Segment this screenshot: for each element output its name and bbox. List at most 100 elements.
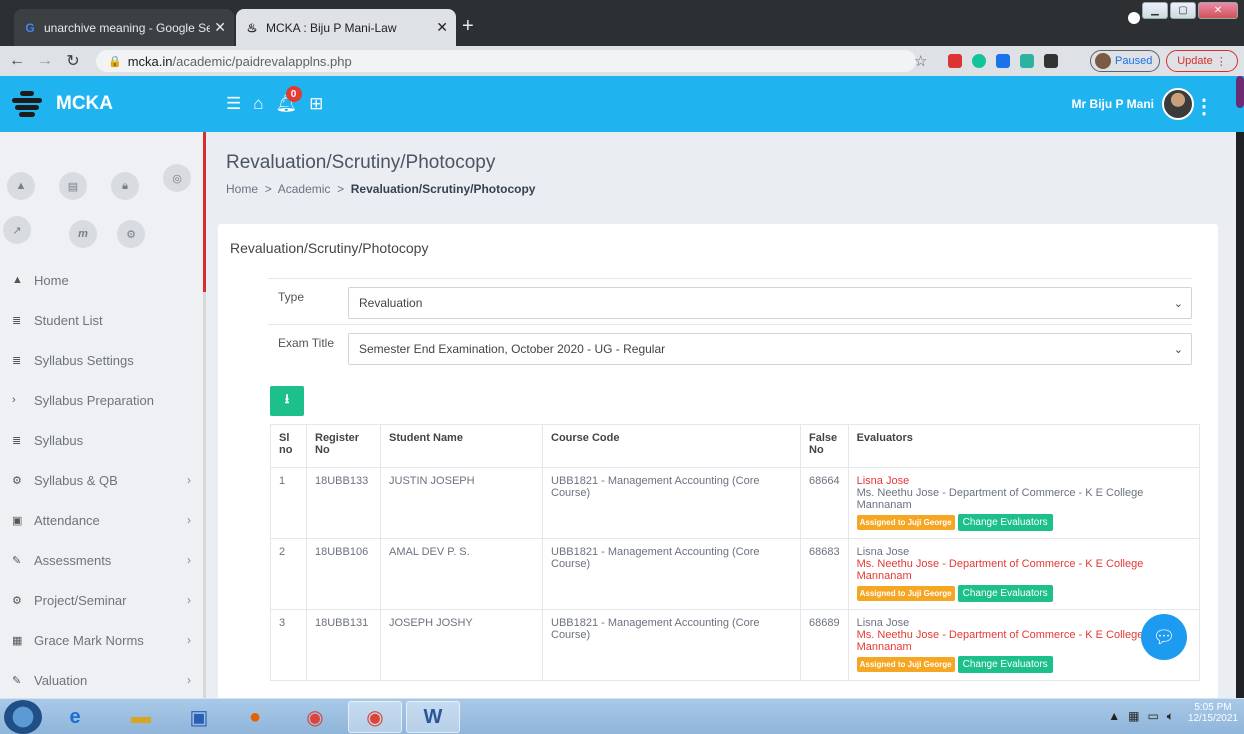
new-tab-button[interactable]: + — [462, 16, 474, 36]
download-button[interactable]: ⭳ — [270, 386, 304, 416]
type-select[interactable]: Revaluation ⌄ — [348, 287, 1192, 319]
cogs-icon: ⚙ — [12, 474, 22, 487]
type-label: Type — [278, 290, 305, 304]
taskbar-explorer-icon[interactable]: ▬ — [114, 701, 168, 733]
taskbar-chrome-icon[interactable]: ◉ — [288, 701, 342, 733]
moodle-quick-icon[interactable]: m — [69, 220, 97, 248]
home-outline-icon[interactable]: ⌂ — [253, 94, 263, 114]
start-button[interactable] — [4, 700, 42, 734]
sidebar-item-student-list[interactable]: ≣ Student List — [0, 300, 203, 340]
clock-date: 12/15/2021 — [1187, 713, 1238, 724]
exam-title-select[interactable]: Semester End Examination, October 2020 -… — [348, 333, 1192, 365]
more-vert-icon[interactable]: ⋮ — [1194, 94, 1214, 119]
brand[interactable]: MCKA — [10, 76, 113, 132]
sidebar-item-attendance[interactable]: ▣ Attendance › — [0, 500, 203, 540]
browser-tab-google[interactable]: G unarchive meaning - Google Sea ✕ — [14, 9, 234, 46]
sidebar-item-project-seminar[interactable]: ⚙ Project/Seminar › — [0, 580, 203, 620]
reload-icon[interactable]: ↻ — [62, 51, 84, 71]
chevron-right-icon: › — [187, 633, 191, 647]
display-icon[interactable]: ▭ — [1147, 709, 1158, 724]
id-card-quick-icon[interactable]: ▤ — [59, 172, 87, 200]
forward-arrow-icon[interactable]: → — [34, 52, 56, 70]
cell-evaluators: Lisna Jose Ms. Neethu Jose - Department … — [847, 538, 1201, 610]
change-evaluators-button[interactable]: Change Evaluators — [957, 514, 1053, 531]
cell-false-no: 68689 — [800, 609, 849, 681]
main-content: Revaluation/Scrutiny/Photocopy Home > Ac… — [206, 132, 1236, 698]
menu-list-icon[interactable]: ☰ — [226, 94, 241, 114]
home-quick-icon[interactable]: ▲ — [7, 172, 35, 200]
assigned-badge: Assigned to Juji George — [856, 586, 955, 601]
change-evaluators-button[interactable]: Change Evaluators — [957, 585, 1053, 602]
recording-indicator-icon — [1128, 12, 1140, 24]
chevron-right-icon: › — [187, 593, 191, 607]
col-evaluators: Evaluators — [847, 424, 1201, 468]
header-icons: ☰ ⌂ 🔔︎ 0 ⊞ — [226, 86, 323, 114]
cell-course-code: UBB1821 - Management Accounting (Core Co… — [542, 538, 801, 610]
extension-grammarly-icon[interactable] — [972, 54, 986, 68]
bell-icon[interactable]: 🔔︎ 0 — [276, 86, 302, 114]
exam-title-selected-value: Semester End Examination, October 2020 -… — [359, 342, 666, 356]
user-menu[interactable]: Mr Biju P Mani — [1072, 76, 1194, 132]
type-selected-value: Revaluation — [359, 296, 423, 310]
maximize-button[interactable]: ▢ — [1170, 2, 1196, 19]
profile-paused-button[interactable]: Paused — [1090, 50, 1160, 72]
sidebar-item-syllabus-qb[interactable]: ⚙ Syllabus & QB › — [0, 460, 203, 500]
taskbar-chrome-profile-icon[interactable]: ◉ — [348, 701, 402, 733]
col-student-name: Student Name — [380, 424, 543, 468]
apps-grid-icon[interactable]: ⊞ — [309, 94, 323, 114]
update-button[interactable]: Update ⋮ — [1166, 50, 1238, 72]
lock-quick-icon[interactable]: 🔒︎ — [111, 172, 139, 200]
list-icon: ≣ — [12, 354, 22, 367]
tray-expand-icon[interactable]: ▲ — [1108, 709, 1120, 724]
assigned-badge: Assigned to Juji George — [856, 657, 955, 672]
back-arrow-icon[interactable]: ← — [6, 52, 28, 70]
cell-sl-no: 3 — [270, 609, 307, 681]
extension-teal-icon[interactable] — [1020, 54, 1034, 68]
col-register-no: Register No — [306, 424, 381, 468]
chat-bubble-button[interactable]: 💬︎ — [1141, 614, 1187, 660]
sidebar-item-grace-mark-norms[interactable]: ▦ Grace Mark Norms › — [0, 620, 203, 660]
brand-name: MCKA — [56, 93, 113, 114]
evaluator-actions: Assigned to Juji George Change Evaluator… — [856, 585, 1191, 602]
close-window-button[interactable]: ✕ — [1198, 2, 1238, 19]
breadcrumb-current: Revaluation/Scrutiny/Photocopy — [350, 182, 536, 196]
volume-muted-icon[interactable]: 🔈︎ — [1167, 709, 1174, 724]
sidebar-item-label: Student List — [34, 312, 103, 328]
breadcrumb: Home > Academic > Revaluation/Scrutiny/P… — [226, 182, 535, 196]
taskbar-ie-icon[interactable]: e — [48, 701, 102, 733]
tab-close-icon[interactable]: ✕ — [214, 19, 226, 36]
sidebar-item-home[interactable]: ▲ Home — [0, 260, 203, 300]
url-omnibox[interactable]: 🔒 mcka.in /academic/paidrevalapplns.php — [96, 50, 916, 72]
taskbar-media-icon[interactable]: ▣ — [172, 701, 226, 733]
extension-blue-icon[interactable] — [996, 54, 1010, 68]
taskbar-word-icon[interactable]: W — [406, 701, 460, 733]
browser-tab-mcka[interactable]: ♨ MCKA : Biju P Mani-Law ✕ — [236, 9, 456, 46]
pencil-icon: ✎ — [12, 674, 22, 687]
tab-close-icon[interactable]: ✕ — [436, 19, 448, 36]
change-evaluators-button[interactable]: Change Evaluators — [957, 656, 1053, 673]
minimize-button[interactable]: ▁ — [1142, 2, 1168, 19]
sidebar-item-assessments[interactable]: ✎ Assessments › — [0, 540, 203, 580]
settings-quick-icon[interactable]: ⚙ — [117, 220, 145, 248]
handshake-quick-icon[interactable]: ◎ — [163, 164, 191, 192]
exam-title-row: Exam Title Semester End Examination, Oct… — [268, 324, 1192, 370]
taskbar-clock[interactable]: 5:05 PM 12/15/2021 — [1188, 702, 1238, 724]
cell-course-code: UBB1821 - Management Accounting (Core Co… — [542, 467, 801, 539]
sidebar-item-syllabus[interactable]: ≣ Syllabus — [0, 420, 203, 460]
extensions-puzzle-icon[interactable] — [1044, 54, 1058, 68]
breadcrumb-academic[interactable]: Academic — [278, 182, 331, 196]
sidebar-item-valuation[interactable]: ✎ Valuation › — [0, 660, 203, 698]
network-icon[interactable]: ▦ — [1128, 709, 1139, 724]
extension-red-icon[interactable] — [948, 54, 962, 68]
bookmark-star-icon[interactable]: ☆ — [914, 52, 927, 70]
sidebar-item-syllabus-settings[interactable]: ≣ Syllabus Settings — [0, 340, 203, 380]
breadcrumb-home[interactable]: Home — [226, 182, 258, 196]
sidebar-item-syllabus-preparation[interactable]: › Syllabus Preparation — [0, 380, 203, 420]
home-icon: ▲ — [12, 274, 23, 286]
google-icon: G — [25, 20, 35, 35]
page-scrollbar[interactable] — [1236, 76, 1244, 108]
chevron-down-icon: ⌄ — [1173, 297, 1183, 310]
taskbar-firefox-icon[interactable]: ● — [228, 701, 282, 733]
external-link-quick-icon[interactable]: ↗ — [3, 216, 31, 244]
type-row: Type Revaluation ⌄ — [268, 278, 1192, 324]
